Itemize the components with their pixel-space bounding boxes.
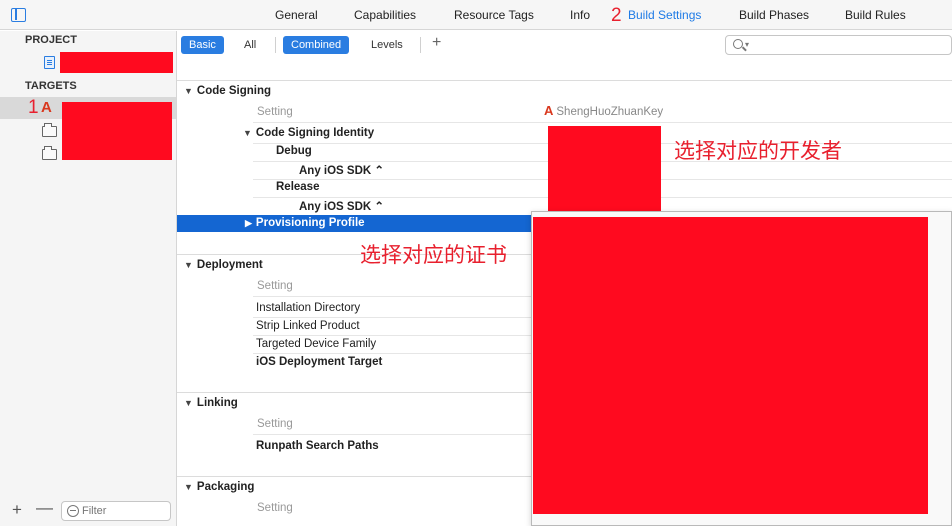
redacted-profile-list bbox=[533, 217, 928, 514]
target-column-header: A ShengHuoZhuanKey bbox=[544, 103, 664, 118]
row-divider bbox=[253, 353, 533, 354]
tab-build-rules[interactable]: Build Rules bbox=[845, 8, 906, 22]
row-divider bbox=[253, 335, 533, 336]
sidebar-toggle-icon[interactable] bbox=[11, 8, 26, 22]
targeted-device-family-row[interactable]: Targeted Device Family bbox=[256, 338, 376, 350]
project-file-icon bbox=[44, 56, 55, 69]
targets-header: TARGETS bbox=[25, 80, 77, 92]
disclosure-triangle-icon: ▼ bbox=[184, 398, 193, 408]
release-sdk-row[interactable]: Any iOS SDK ⌃ bbox=[299, 199, 384, 213]
app-target-icon: A bbox=[544, 103, 554, 118]
tab-build-phases[interactable]: Build Phases bbox=[739, 8, 809, 22]
redacted-identity-values bbox=[548, 126, 661, 213]
tab-info[interactable]: Info bbox=[570, 8, 590, 22]
setting-column-header: Setting bbox=[257, 106, 293, 118]
installation-directory-row[interactable]: Installation Directory bbox=[256, 302, 360, 314]
setting-column-header: Setting bbox=[257, 418, 293, 430]
annotation-select-developer: 选择对应的开发者 bbox=[674, 139, 842, 163]
app-target-icon: A bbox=[41, 99, 52, 116]
runpath-search-paths-row[interactable]: Runpath Search Paths bbox=[256, 440, 379, 452]
toolbar-divider bbox=[275, 37, 276, 53]
sidebar-bottom-bar: + — bbox=[0, 496, 176, 526]
target-bundle-icon bbox=[42, 146, 57, 160]
section-packaging[interactable]: ▼ Packaging bbox=[184, 481, 254, 493]
filter-icon bbox=[67, 505, 79, 517]
add-setting-button[interactable]: + bbox=[432, 35, 441, 51]
project-item[interactable] bbox=[0, 51, 176, 73]
row-divider bbox=[253, 317, 533, 318]
target-bundle-icon bbox=[42, 123, 57, 137]
code-signing-identity-row[interactable]: ▼ Code Signing Identity bbox=[243, 127, 374, 139]
annotation-select-certificate: 选择对应的证书 bbox=[360, 243, 507, 267]
redacted-target-names bbox=[62, 102, 172, 160]
row-divider bbox=[253, 296, 533, 297]
build-settings-editor: Basic All Combined Levels + ▾ ▼ Code Sign… bbox=[177, 31, 952, 526]
chevron-down-icon: ▾ bbox=[745, 40, 750, 49]
remove-target-button[interactable]: — bbox=[36, 499, 53, 516]
provisioning-profile-popup-menu[interactable] bbox=[531, 211, 952, 526]
section-code-signing[interactable]: ▼ Code Signing bbox=[184, 85, 271, 97]
disclosure-triangle-icon: ▼ bbox=[184, 482, 193, 492]
basic-filter-button[interactable]: Basic bbox=[181, 36, 224, 54]
step-number-1: 1 bbox=[28, 97, 39, 118]
disclosure-triangle-icon: ▼ bbox=[243, 128, 252, 138]
section-deployment[interactable]: ▼ Deployment bbox=[184, 259, 263, 271]
all-filter-button[interactable]: All bbox=[236, 36, 264, 54]
ios-deployment-target-row[interactable]: iOS Deployment Target bbox=[256, 356, 382, 368]
levels-view-button[interactable]: Levels bbox=[363, 36, 411, 54]
debug-row[interactable]: Debug bbox=[276, 145, 312, 157]
combined-view-button[interactable]: Combined bbox=[283, 36, 350, 54]
section-linking[interactable]: ▼ Linking bbox=[184, 397, 238, 409]
tab-general[interactable]: General bbox=[275, 8, 318, 22]
filter-input[interactable] bbox=[82, 504, 168, 518]
disclosure-triangle-icon: ▼ bbox=[184, 260, 193, 270]
section-divider bbox=[177, 80, 952, 81]
row-divider bbox=[253, 122, 952, 123]
settings-search-field[interactable]: ▾ bbox=[725, 35, 952, 55]
project-navigator-sidebar: PROJECT TARGETS 1 A + — bbox=[0, 31, 177, 526]
step-number-2: 2 bbox=[611, 5, 622, 26]
editor-tab-bar: General Capabilities Resource Tags Info … bbox=[0, 0, 952, 30]
toolbar-divider bbox=[420, 37, 421, 53]
tab-resource-tags[interactable]: Resource Tags bbox=[454, 8, 534, 22]
tab-build-settings[interactable]: Build Settings bbox=[628, 8, 701, 22]
setting-column-header: Setting bbox=[257, 502, 293, 514]
setting-column-header: Setting bbox=[257, 280, 293, 292]
release-row[interactable]: Release bbox=[276, 181, 319, 193]
redacted-project-name bbox=[60, 52, 173, 73]
row-divider bbox=[253, 434, 533, 435]
debug-sdk-row[interactable]: Any iOS SDK ⌃ bbox=[299, 163, 384, 177]
disclosure-triangle-icon: ▼ bbox=[184, 86, 193, 96]
disclosure-triangle-icon: ▶ bbox=[245, 218, 252, 228]
search-icon bbox=[733, 39, 743, 49]
tab-capabilities[interactable]: Capabilities bbox=[354, 8, 416, 22]
project-header: PROJECT bbox=[25, 34, 77, 46]
add-target-button[interactable]: + bbox=[12, 501, 22, 518]
strip-linked-product-row[interactable]: Strip Linked Product bbox=[256, 320, 360, 332]
filter-field[interactable] bbox=[61, 501, 171, 521]
section-title: Code Signing bbox=[196, 85, 272, 97]
